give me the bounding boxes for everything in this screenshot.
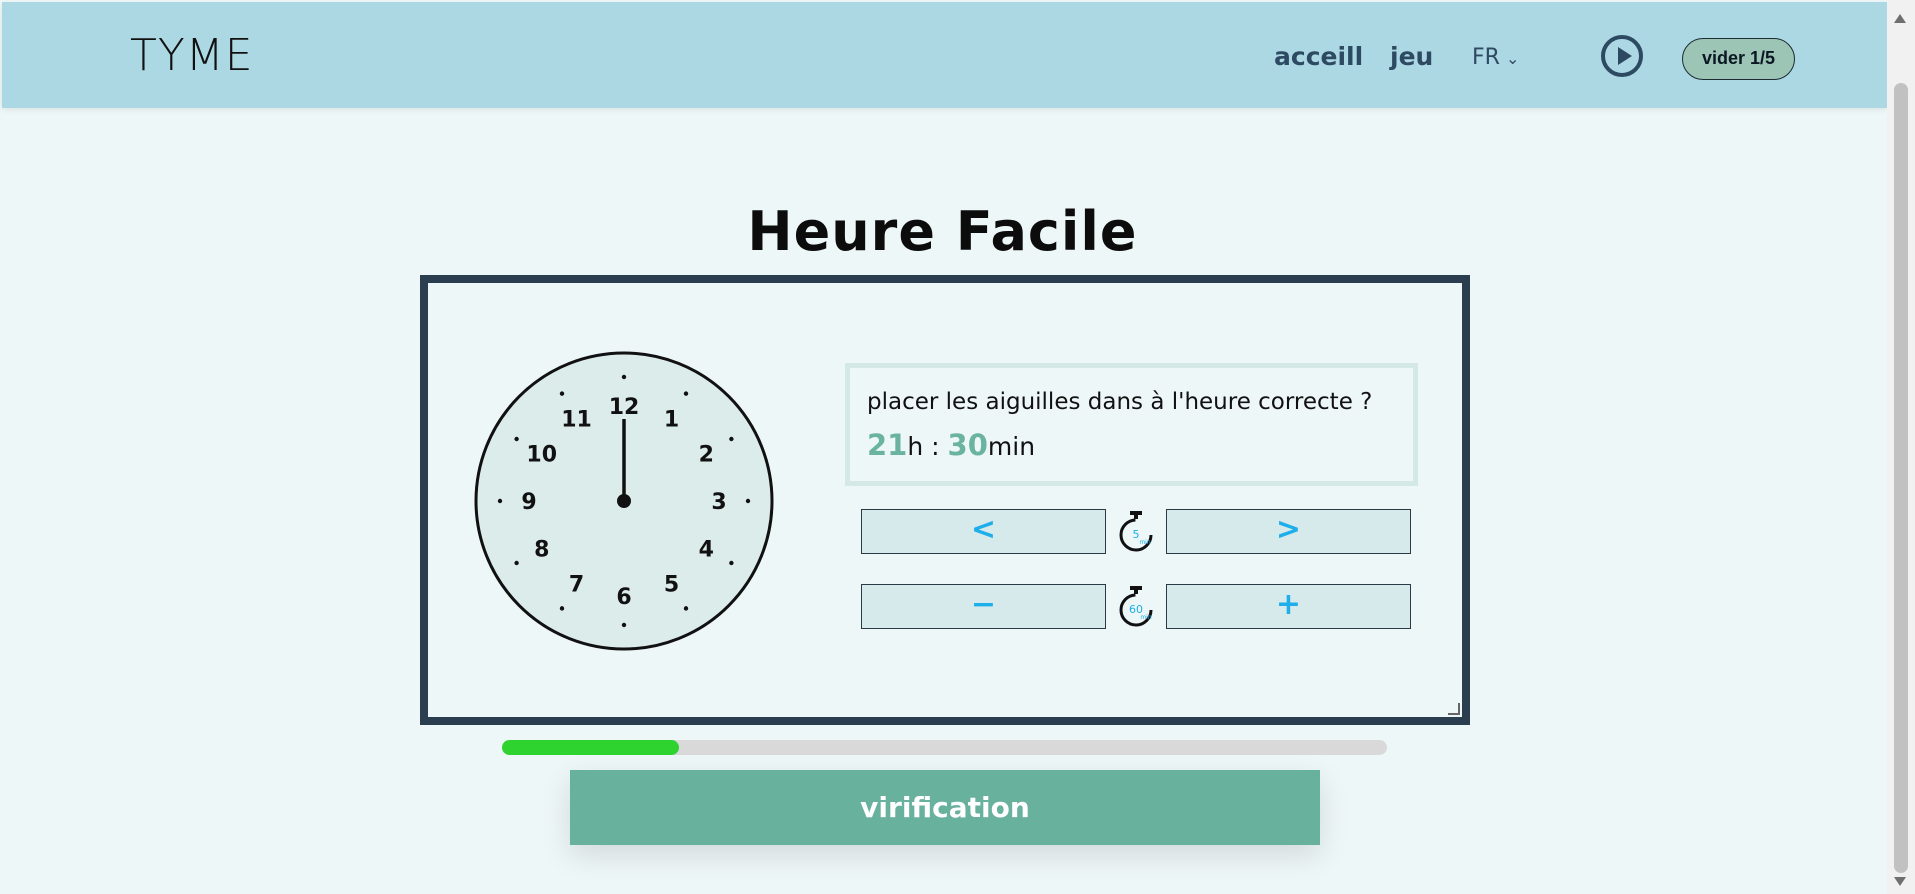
clock-dot (745, 498, 751, 504)
verify-button[interactable]: virification (570, 770, 1320, 845)
progress-fill (502, 740, 679, 755)
page-scrollbar[interactable] (1887, 0, 1915, 894)
nav-link-jeu[interactable]: jeu (1390, 42, 1433, 71)
plus-60-min-button[interactable]: + (1166, 584, 1411, 629)
clock-number-10: 10 (526, 443, 557, 468)
game-board: 12 1 2 3 4 5 6 7 8 9 10 11 (420, 275, 1470, 725)
header-bar: TYME acceill jeu FR ⌄ vider 1/5 (2, 2, 1887, 108)
clock-dot (514, 436, 519, 442)
chevron-down-icon: ⌄ (1505, 49, 1520, 68)
hours-unit: h (907, 432, 924, 461)
scroll-down-arrow-icon[interactable] (1894, 877, 1906, 886)
clock-dot (729, 436, 734, 442)
clock-dot (621, 374, 627, 380)
clock-number-3: 3 (711, 490, 726, 515)
time-separator: : (923, 432, 948, 461)
minus-60-min-button[interactable]: − (861, 584, 1106, 629)
page-title: Heure Facile (747, 200, 1138, 263)
minus-5-min-button[interactable]: < (861, 509, 1106, 554)
clock-dot (559, 391, 565, 396)
target-minutes: 30 (947, 428, 988, 462)
clock-dot (514, 560, 519, 566)
clock-dot (683, 606, 689, 611)
clock-number-1: 1 (664, 408, 679, 433)
clock-number-12: 12 (609, 395, 640, 420)
clock-face[interactable]: 12 12 3 45 6 78 9 1011 (474, 351, 774, 651)
nav-link-acceill[interactable]: acceill (1274, 42, 1363, 71)
scroll-thumb[interactable] (1894, 83, 1908, 873)
plus-5-min-button[interactable]: > (1166, 509, 1411, 554)
clock-dot (621, 622, 627, 628)
clock-number-2: 2 (699, 443, 714, 468)
play-circle-icon[interactable] (1601, 35, 1643, 77)
question-text: placer les aiguilles dans à l'heure corr… (867, 389, 1373, 415)
clock-number-4: 4 (699, 538, 714, 563)
language-select[interactable]: FR ⌄ (1472, 45, 1519, 70)
clock-number-11: 11 (561, 408, 592, 433)
progress-bar (502, 740, 1387, 755)
question-box: placer les aiguilles dans à l'heure corr… (845, 363, 1418, 486)
clock-number-7: 7 (569, 572, 584, 597)
clock-dot (683, 391, 689, 396)
language-label: FR (1472, 45, 1500, 70)
timer60-unit: min (1140, 614, 1152, 621)
minutes-unit: min (987, 432, 1036, 461)
clock-number-6: 6 (616, 585, 631, 610)
stopwatch-5min-icon: 5 min (1119, 511, 1153, 552)
timer5-unit: min (1139, 539, 1151, 546)
logo[interactable]: TYME (130, 30, 254, 81)
target-hours: 21 (867, 428, 908, 462)
clock-dot (729, 560, 734, 566)
vider-button[interactable]: vider 1/5 (1682, 38, 1795, 80)
scroll-up-arrow-icon[interactable] (1894, 14, 1906, 23)
clock-dot (559, 606, 565, 611)
clock-center-pin (617, 494, 631, 508)
clock-number-9: 9 (521, 490, 536, 515)
stopwatch-60min-icon: 60 min (1119, 586, 1153, 627)
clock-dot (497, 498, 503, 504)
clock-number-5: 5 (664, 572, 679, 597)
resize-grip-icon[interactable] (1448, 703, 1460, 715)
target-time: 21h : 30min (867, 428, 1035, 462)
clock-number-8: 8 (534, 538, 549, 563)
